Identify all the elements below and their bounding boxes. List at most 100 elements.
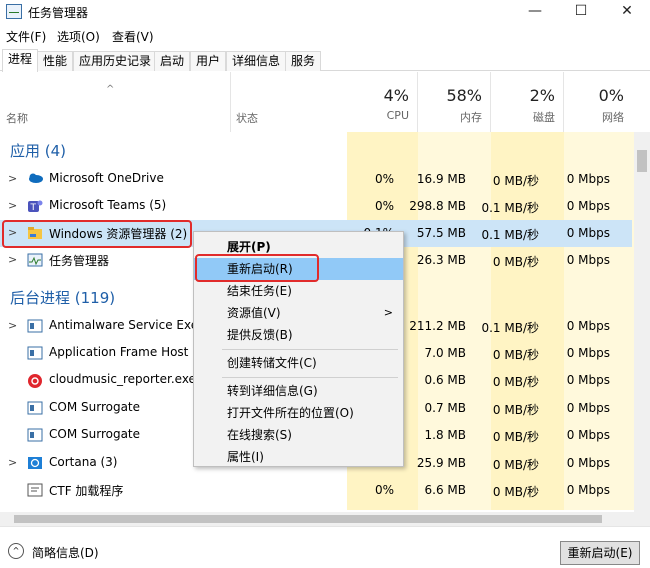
menu-item-open-file-location[interactable]: 打开文件所在的位置(O): [194, 402, 403, 424]
menu-file[interactable]: 文件(F): [6, 28, 46, 45]
chevron-right-icon[interactable]: >: [8, 172, 17, 185]
menu-view[interactable]: 查看(V): [112, 28, 154, 45]
memory-value: 1.8 MB: [424, 428, 466, 442]
disk-value: 0.1 MB/秒: [481, 321, 539, 335]
title-bar: 任务管理器 — ☐ ✕: [0, 0, 650, 24]
cpu-value: 0%: [374, 483, 394, 497]
column-network[interactable]: 0% 网络: [564, 72, 632, 132]
process-row[interactable]: CTF 加载程序 0% 6.6 MB 0 MB/秒 0 Mbps: [0, 477, 632, 504]
menu-item-go-to-details[interactable]: 转到详细信息(G): [194, 380, 403, 402]
service-icon: [27, 401, 43, 415]
callout-restart-item: [195, 254, 319, 282]
vertical-scroll-thumb[interactable]: [637, 150, 647, 172]
disk-label: 磁盘: [533, 111, 555, 124]
network-value: 0 Mbps: [566, 373, 610, 387]
network-value: 0 Mbps: [566, 253, 610, 267]
cpu-total: 4%: [383, 86, 409, 105]
service-icon: [27, 428, 43, 442]
network-value: 0 Mbps: [566, 483, 610, 497]
process-name: Microsoft OneDrive: [49, 171, 164, 185]
menu-bar: 文件(F) 选项(O) 查看(V): [0, 25, 650, 45]
vertical-scrollbar[interactable]: [634, 132, 650, 512]
chevron-up-icon[interactable]: ^: [8, 543, 24, 559]
disk-value: 0.1 MB/秒: [481, 201, 539, 215]
sort-ascending-icon: ^: [106, 84, 115, 95]
tab-app-history[interactable]: 应用历史记录: [73, 51, 158, 71]
column-disk[interactable]: 2% 磁盘: [491, 72, 564, 132]
network-value: 0 Mbps: [566, 401, 610, 415]
memory-value: 26.3 MB: [416, 253, 466, 267]
memory-value: 16.9 MB: [416, 172, 466, 186]
process-name: Microsoft Teams (5): [49, 198, 167, 212]
disk-value: 0.1 MB/秒: [481, 228, 539, 242]
network-value: 0 Mbps: [566, 226, 610, 240]
disk-value: 0 MB/秒: [492, 403, 539, 417]
teams-icon: T: [27, 199, 43, 213]
horizontal-scrollbar[interactable]: [0, 512, 650, 526]
process-name: cloudmusic_reporter.exe: [49, 372, 196, 386]
memory-value: 0.6 MB: [424, 373, 466, 387]
tab-processes[interactable]: 进程: [2, 49, 39, 72]
cortana-icon: [27, 456, 43, 470]
menu-item-end-task[interactable]: 结束任务(E): [194, 280, 403, 302]
tab-services[interactable]: 服务: [285, 51, 322, 71]
restart-button[interactable]: 重新启动(E): [560, 541, 640, 565]
memory-value: 6.6 MB: [424, 483, 466, 497]
ctf-loader-icon: [27, 483, 43, 497]
service-icon: [27, 346, 43, 360]
memory-value: 0.7 MB: [424, 401, 466, 415]
column-status[interactable]: 状态: [236, 110, 258, 126]
menu-item-resource-values[interactable]: 资源值(V) >: [194, 302, 403, 324]
disk-value: 0 MB/秒: [492, 458, 539, 472]
column-name[interactable]: 名称: [6, 110, 28, 126]
minimize-button[interactable]: —: [512, 0, 558, 24]
onedrive-icon: [27, 172, 43, 186]
disk-value: 0 MB/秒: [492, 348, 539, 362]
chevron-right-icon[interactable]: >: [8, 456, 17, 469]
tab-users[interactable]: 用户: [190, 51, 227, 71]
process-name: 任务管理器: [49, 254, 110, 268]
chevron-right-icon[interactable]: >: [8, 319, 17, 332]
memory-label: 内存: [460, 111, 482, 124]
maximize-button[interactable]: ☐: [558, 0, 604, 24]
menu-options[interactable]: 选项(O): [57, 28, 100, 45]
cpu-label: CPU: [386, 109, 409, 122]
tab-performance[interactable]: 性能: [37, 51, 74, 71]
chevron-right-icon[interactable]: >: [8, 199, 17, 212]
memory-value: 298.8 MB: [409, 199, 466, 213]
network-value: 0 Mbps: [566, 456, 610, 470]
task-manager-icon: [6, 4, 22, 19]
memory-total: 58%: [446, 86, 482, 105]
network-value: 0 Mbps: [566, 346, 610, 360]
chevron-right-icon[interactable]: >: [8, 253, 17, 266]
process-row[interactable]: > Microsoft OneDrive 0% 16.9 MB 0 MB/秒 0…: [0, 166, 632, 193]
memory-value: 7.0 MB: [424, 346, 466, 360]
fewer-details-link[interactable]: 简略信息(D): [32, 544, 99, 561]
network-total: 0%: [598, 86, 624, 105]
group-apps: 应用 (4): [10, 142, 67, 160]
svg-text:T: T: [30, 203, 37, 213]
disk-value: 0 MB/秒: [492, 255, 539, 269]
process-row[interactable]: > T Microsoft Teams (5) 0% 298.8 MB 0.1 …: [0, 193, 632, 220]
column-memory[interactable]: 58% 内存: [418, 72, 491, 132]
cloudmusic-icon: [27, 373, 43, 388]
menu-item-create-dump[interactable]: 创建转储文件(C): [194, 352, 403, 374]
process-name: CTF 加载程序: [49, 484, 124, 498]
menu-item-properties[interactable]: 属性(I): [194, 446, 403, 468]
disk-value: 0 MB/秒: [492, 375, 539, 389]
horizontal-scroll-thumb[interactable]: [14, 515, 602, 523]
chevron-right-icon: >: [383, 306, 393, 319]
group-background: 后台进程 (119): [10, 289, 116, 307]
column-divider: [230, 72, 231, 132]
memory-value: 211.2 MB: [409, 319, 466, 333]
disk-value: 0 MB/秒: [492, 174, 539, 188]
tab-startup[interactable]: 启动: [154, 51, 191, 71]
tab-details[interactable]: 详细信息: [226, 51, 287, 71]
close-button[interactable]: ✕: [604, 0, 650, 24]
menu-item-search-online[interactable]: 在线搜索(S): [194, 424, 403, 446]
cpu-value: 0%: [374, 172, 394, 186]
column-cpu[interactable]: 4% CPU: [347, 72, 418, 132]
menu-item-feedback[interactable]: 提供反馈(B): [194, 324, 403, 346]
network-value: 0 Mbps: [566, 319, 610, 333]
disk-value: 0 MB/秒: [492, 485, 539, 499]
